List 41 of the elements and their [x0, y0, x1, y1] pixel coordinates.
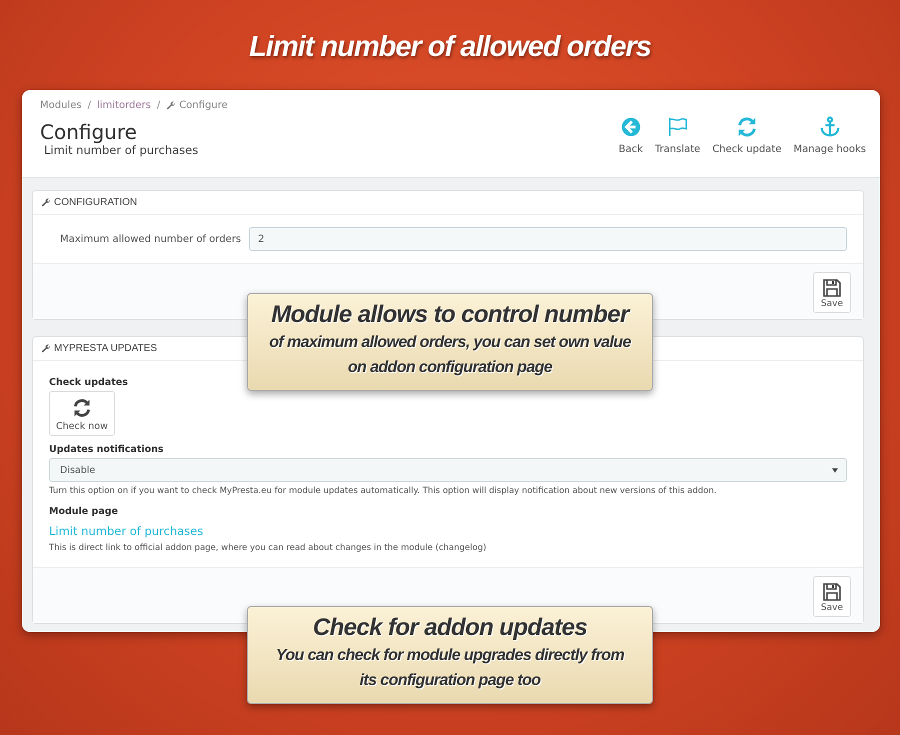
page-subtitle: Limit number of purchases: [44, 143, 200, 157]
flag-icon: [666, 116, 689, 138]
help-text: Turn this option on if you want to check MyPresta.eu for module updates automatically. This option will display notification about new versions of this addon.: [49, 486, 718, 496]
callout-title: Module allows to control number: [270, 300, 632, 330]
callout-text: of maximum allowed orders, you can set own value: [268, 333, 632, 353]
callout-text: on addon configuration page: [346, 358, 554, 378]
toolbar-button[interactable]: Translate: [654, 116, 700, 155]
field-label: Check updates: [49, 377, 128, 388]
floppy-disk-icon: [822, 278, 842, 298]
wrench-icon: [41, 344, 51, 354]
check-now-button[interactable]: Check now: [49, 391, 115, 436]
breadcrumb-current: Configure: [179, 100, 228, 111]
field-label: Maximum allowed number of orders: [60, 234, 242, 244]
callout-text: You can check for module upgrades directly from: [274, 646, 626, 666]
panel-title: CONFIGURATION: [54, 197, 138, 208]
field-label: Module page: [49, 506, 118, 517]
save-button[interactable]: Save: [812, 272, 851, 313]
notifications-select[interactable]: Disable: [49, 458, 847, 482]
toolbar-button[interactable]: Back: [618, 116, 643, 155]
breadcrumb-separator: /: [156, 100, 160, 111]
page-title: Configure: [40, 121, 138, 143]
breadcrumb-item[interactable]: Modules: [40, 100, 82, 111]
callout-title: Check for addon updates: [312, 613, 588, 643]
anchor-icon: [818, 116, 841, 138]
refresh-icon: [736, 116, 758, 138]
help-text: This is direct link to official addon page, where you can read about changes in the module (changelog): [49, 543, 488, 553]
field-label: Updates notifications: [49, 444, 164, 455]
breadcrumb-link[interactable]: limitorders: [96, 100, 151, 111]
panel-title: MYPRESTA UPDATES: [54, 343, 157, 354]
toolbar-button[interactable]: Manage hooks: [794, 116, 866, 155]
wrench-icon: [166, 100, 176, 110]
refresh-icon: [72, 398, 92, 418]
caret-icon: [832, 468, 838, 472]
promo-heading: Limit number of allowed orders: [248, 30, 652, 65]
wrench-icon: [41, 198, 51, 208]
floppy-disk-icon: [822, 582, 842, 602]
breadcrumb-separator: /: [88, 100, 91, 111]
orders-input[interactable]: 2: [249, 227, 847, 251]
save-button[interactable]: Save: [812, 576, 851, 617]
toolbar-button[interactable]: Check update: [712, 116, 782, 155]
callout-text: its configuration page too: [358, 671, 542, 691]
